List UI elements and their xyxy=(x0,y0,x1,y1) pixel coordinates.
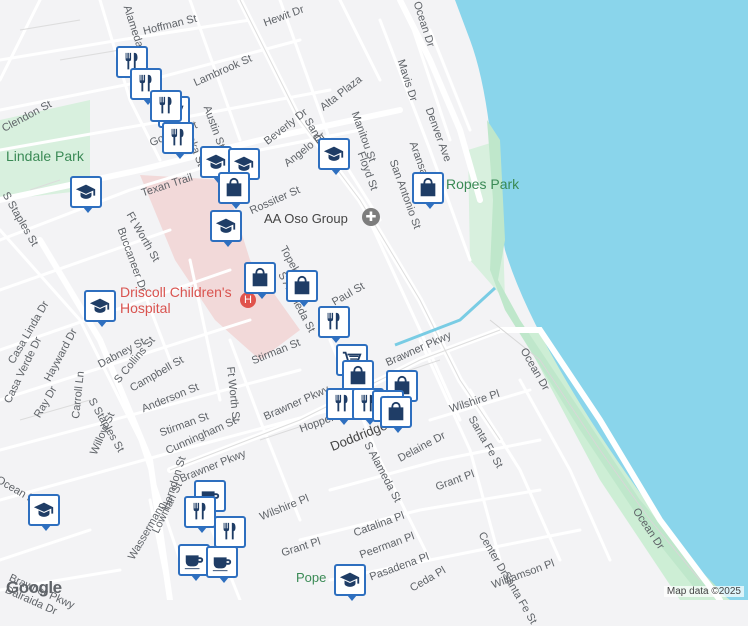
shopping-icon xyxy=(388,401,404,421)
restaurant-icon xyxy=(159,96,172,114)
school-marker[interactable] xyxy=(28,494,60,531)
restaurant-marker[interactable] xyxy=(214,516,246,553)
shopping-icon xyxy=(420,177,436,197)
restaurant-marker[interactable] xyxy=(150,90,182,127)
school-icon xyxy=(205,154,226,169)
restaurant-icon xyxy=(327,312,340,330)
restaurant-marker[interactable] xyxy=(318,306,350,343)
school-marker[interactable] xyxy=(70,176,102,213)
school-marker[interactable] xyxy=(318,138,350,175)
park-label-lindale[interactable]: Lindale Park xyxy=(6,148,84,164)
restaurant-marker[interactable] xyxy=(162,122,194,159)
restaurant-icon xyxy=(335,394,348,412)
hospital-icon: H xyxy=(240,292,256,308)
shopping-icon xyxy=(226,177,242,197)
shopping-marker[interactable] xyxy=(380,396,412,433)
school-icon xyxy=(75,184,96,199)
hospital-label[interactable]: Driscoll Children's Hospital xyxy=(120,284,245,316)
school-icon xyxy=(33,502,54,517)
school-icon xyxy=(89,298,110,313)
shopping-icon xyxy=(252,267,268,287)
restaurant-marker[interactable] xyxy=(184,496,216,533)
cafe-icon xyxy=(184,555,204,570)
hospital-name: Driscoll Children's Hospital xyxy=(120,284,232,316)
school-marker[interactable] xyxy=(84,290,116,327)
shopping-icon xyxy=(350,365,366,385)
school-icon xyxy=(323,146,344,161)
restaurant-icon xyxy=(223,522,236,540)
park-label-ropes[interactable]: Ropes Park xyxy=(446,176,519,192)
school-icon xyxy=(215,218,236,233)
shopping-marker[interactable] xyxy=(286,270,318,307)
restaurant-icon xyxy=(193,502,206,520)
school-marker[interactable] xyxy=(334,564,366,601)
cafe-marker[interactable] xyxy=(206,546,238,583)
shopping-icon xyxy=(294,275,310,295)
cafe-icon xyxy=(212,557,232,572)
park-label-pope[interactable]: Pope xyxy=(296,570,326,585)
school-marker[interactable] xyxy=(210,210,242,247)
cross-icon: ✚ xyxy=(362,208,380,226)
shopping-marker[interactable] xyxy=(218,172,250,209)
map-attribution: Map data ©2025 xyxy=(663,586,744,597)
school-icon xyxy=(339,572,360,587)
restaurant-icon xyxy=(171,128,184,146)
shopping-marker[interactable] xyxy=(244,262,276,299)
poi-label-aa-oso[interactable]: AA Oso Group xyxy=(264,211,348,226)
shopping-marker[interactable] xyxy=(412,172,444,209)
google-logo: Google xyxy=(6,578,62,597)
